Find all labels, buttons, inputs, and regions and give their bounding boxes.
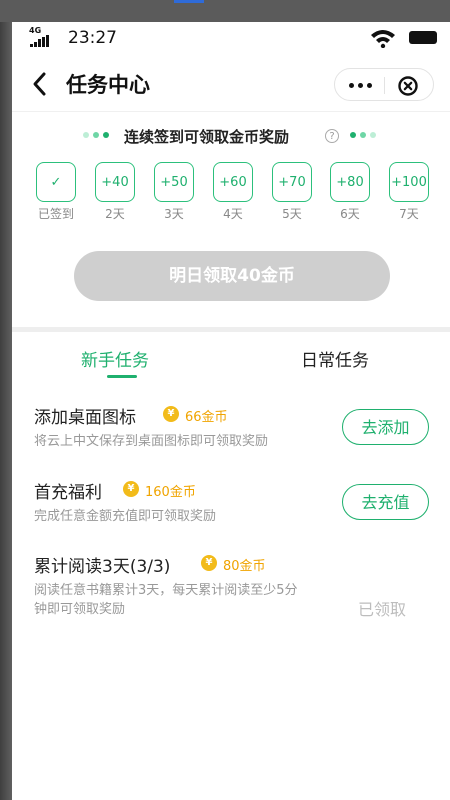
task-description: 将云上中文保存到桌面图标即可领取奖励 (34, 434, 269, 449)
task-title: 首充福利 (34, 483, 102, 503)
close-icon[interactable] (397, 75, 419, 97)
signin-day-label: 已签到 (37, 207, 74, 221)
task-claimed-status: 已领取 (358, 600, 407, 619)
page-title: 任务中心 (66, 73, 150, 97)
signin-day-label: 5天 (282, 207, 302, 221)
signin-day-reward: +40 (95, 162, 135, 202)
decor-dots-right (350, 132, 376, 138)
add-to-desktop-button[interactable]: 去添加 (342, 409, 429, 445)
claim-tomorrow-button[interactable]: 明日领取40金币 (74, 251, 390, 301)
window-left-edge (0, 22, 12, 800)
coin-icon: ¥ (201, 555, 217, 571)
mini-program-capsule (334, 68, 434, 101)
signin-day-label: 7天 (399, 207, 419, 221)
active-tab-indicator (107, 375, 137, 378)
back-icon[interactable] (30, 70, 50, 98)
signin-day-label: 2天 (105, 207, 125, 221)
signin-day-reward: +70 (272, 162, 312, 202)
task-reward: 80金币 (223, 559, 266, 574)
status-bar: 4G 23:27 (12, 22, 450, 56)
signin-day-label: 4天 (223, 207, 243, 221)
signin-day-reward: +60 (213, 162, 253, 202)
signin-day-label: 3天 (164, 207, 184, 221)
task-description-line-2: 钟即可领取奖励 (34, 602, 126, 617)
coin-icon: ¥ (163, 406, 179, 422)
clock: 23:27 (68, 28, 117, 48)
signal-icon (30, 35, 50, 47)
signin-day-reward: +100 (389, 162, 429, 202)
tab-daily-tasks[interactable]: 日常任务 (301, 346, 369, 371)
signin-day: ✓ 已签到 (36, 162, 80, 222)
nav-bar: 任务中心 (12, 56, 450, 112)
battery-icon (409, 31, 437, 44)
wifi-icon (371, 30, 395, 48)
recharge-button[interactable]: 去充值 (342, 484, 429, 520)
task-description: 完成任意金额充值即可领取奖励 (34, 509, 217, 524)
network-type: 4G (29, 26, 42, 35)
coin-icon: ¥ (123, 481, 139, 497)
task-title: 累计阅读3天(3/3) (34, 557, 171, 577)
signin-day: +50 3天 (154, 162, 198, 222)
task-title: 添加桌面图标 (34, 408, 136, 428)
signin-day: +100 7天 (389, 162, 433, 222)
phone-screen: 4G 23:27 任务中心 连续签到可领取金币奖励 ? ✓ 已签到 +40 2天… (12, 22, 450, 800)
task-reward: 66金币 (185, 410, 228, 425)
more-icon[interactable] (345, 73, 375, 97)
task-description-line-1: 阅读任意书籍累计3天，每天累计阅读至少5分 (34, 583, 298, 598)
signin-days: ✓ 已签到 +40 2天 +50 3天 +60 4天 +70 5天 +80 6天… (32, 162, 442, 224)
help-icon[interactable]: ? (325, 129, 339, 143)
tab-newbie-tasks[interactable]: 新手任务 (81, 346, 149, 371)
decor-dots-left (83, 132, 109, 138)
task-reward: 160金币 (145, 485, 196, 500)
signin-day: +60 4天 (213, 162, 257, 222)
signin-header: 连续签到可领取金币奖励 ? (12, 122, 450, 150)
signin-day: +80 6天 (330, 162, 374, 222)
signin-day-reward: +50 (154, 162, 194, 202)
signin-day: +70 5天 (272, 162, 316, 222)
section-divider (12, 327, 450, 332)
signin-day-check: ✓ (36, 162, 76, 202)
window-top-accent (174, 0, 204, 3)
capsule-divider (384, 77, 385, 94)
signin-day-label: 6天 (340, 207, 360, 221)
signin-title: 连续签到可领取金币奖励 (124, 128, 290, 146)
signin-day: +40 2天 (95, 162, 139, 222)
signin-day-reward: +80 (330, 162, 370, 202)
